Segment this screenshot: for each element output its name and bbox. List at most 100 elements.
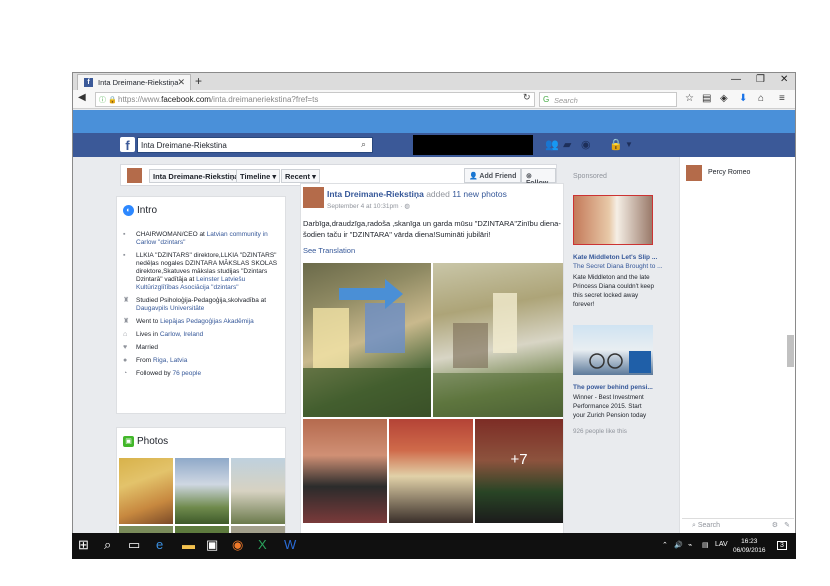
- show-hidden-icons[interactable]: ⌃: [662, 541, 668, 549]
- intro-item-link[interactable]: Riga, Latvia: [153, 357, 187, 364]
- search-placeholder: Search: [554, 96, 578, 105]
- facebook-search-value: Inta Dreimane-Riekstina: [141, 141, 227, 150]
- post-timestamp[interactable]: September 4 at 10:31pm ·: [327, 203, 404, 210]
- home-icon[interactable]: ⌂: [758, 93, 764, 104]
- bookmark-star-icon[interactable]: ☆: [685, 93, 694, 104]
- ad-likes: 926 people like this: [573, 428, 627, 435]
- photos-card: ▣ Photos: [116, 427, 286, 538]
- profile-name-button[interactable]: Inta Dreimane-Riekstiņa: [149, 169, 243, 183]
- reload-icon[interactable]: ↻: [523, 92, 531, 103]
- timeline-dropdown[interactable]: Timeline ▾: [236, 169, 281, 183]
- ad-title[interactable]: The power behind pensi...: [573, 384, 653, 391]
- more-photos-count: +7: [475, 419, 563, 523]
- rss-icon: ◔: [123, 370, 128, 377]
- post-photo-more[interactable]: +7: [475, 419, 563, 523]
- post-author-avatar[interactable]: [303, 187, 324, 208]
- system-clock[interactable]: 16:23 06/09/2016: [733, 537, 766, 555]
- intro-item-text: Married: [136, 344, 159, 351]
- download-icon[interactable]: ⬇: [739, 93, 747, 104]
- dropdown-arrow-icon: ▾: [312, 172, 316, 181]
- reading-list-icon[interactable]: ▤: [702, 93, 711, 104]
- photos-title: Photos: [137, 436, 169, 448]
- notification-center-icon[interactable]: 3: [777, 541, 787, 550]
- friend-requests-icon[interactable]: 👥: [545, 138, 559, 151]
- input-language[interactable]: LAV: [715, 541, 728, 548]
- audience-globe-icon[interactable]: ◍: [404, 203, 410, 210]
- facebook-logo-icon[interactable]: f: [120, 137, 135, 153]
- firefox-icon[interactable]: ◉: [232, 537, 243, 553]
- post-photo-small[interactable]: [303, 419, 387, 523]
- intro-item-link[interactable]: 76 people: [173, 370, 202, 377]
- photo-content: [433, 293, 563, 417]
- google-icon: G: [543, 95, 550, 104]
- chat-contact-avatar[interactable]: [686, 165, 702, 181]
- ad-image-zurich[interactable]: [573, 325, 653, 375]
- word-icon[interactable]: W: [284, 537, 296, 552]
- account-menu-icon[interactable]: ▼: [625, 140, 633, 149]
- menu-icon[interactable]: ≡: [779, 93, 785, 104]
- post-action-link[interactable]: 11 new photos: [452, 189, 507, 199]
- pocket-icon[interactable]: ◈: [720, 93, 728, 104]
- post-author[interactable]: Inta Dreimane-Riekstiņa: [327, 189, 424, 199]
- follow-button[interactable]: ⊚ Follow: [521, 168, 556, 187]
- ad-image-kate[interactable]: [573, 195, 653, 245]
- see-translation-link[interactable]: See Translation: [303, 246, 355, 255]
- notifications-icon[interactable]: ◉: [581, 138, 591, 151]
- close-window-icon[interactable]: ✕: [780, 74, 788, 85]
- intro-item-work2: ▪ LLKIA "DZINTARS" direktore,LLKIA "DZINT…: [123, 252, 283, 292]
- timeline-label: Timeline: [240, 172, 271, 181]
- photo-thumbnail[interactable]: [119, 458, 173, 524]
- intro-item-went-to: ♜ Went to Liepājas Pedagoģijas Akadēmija: [123, 318, 283, 326]
- post-date: September 4 at 10:31pm · ◍: [327, 202, 410, 210]
- close-tab-icon[interactable]: ✕: [177, 77, 185, 88]
- photo-thumbnail[interactable]: [231, 458, 285, 524]
- browser-search-input[interactable]: G Search: [539, 92, 677, 107]
- new-message-icon[interactable]: ✎: [784, 521, 790, 529]
- new-tab-button[interactable]: +: [195, 74, 202, 88]
- chat-search-input[interactable]: ⌕ Search ⚙ ✎: [682, 518, 794, 533]
- tab-title: Inta Dreimane-Riekstiņa: [98, 78, 179, 87]
- restore-icon[interactable]: ❐: [756, 74, 765, 85]
- ad-title[interactable]: Kate Middleton Let's Slip ...: [573, 254, 657, 261]
- intro-item-link[interactable]: Daugavpils Universitāte: [136, 305, 204, 312]
- ad-text: Kate Middleton and the late Princess Dia…: [573, 274, 655, 308]
- profile-picture[interactable]: [126, 167, 143, 184]
- intro-header: ◐ Intro: [123, 205, 157, 216]
- address-bar[interactable]: ⓘ 🔒 https://www.facebook.com/inta.dreima…: [95, 92, 535, 107]
- search-icon[interactable]: ⌕: [361, 139, 366, 150]
- volume-icon[interactable]: 🔊: [674, 541, 683, 549]
- browser-tab[interactable]: f Inta Dreimane-Riekstiņa ✕: [77, 74, 191, 90]
- facebook-search-input[interactable]: Inta Dreimane-Riekstina ⌕: [137, 137, 373, 153]
- keyboard-icon[interactable]: ▤: [702, 541, 709, 549]
- minimize-icon[interactable]: —: [731, 74, 741, 85]
- privacy-lock-icon[interactable]: 🔒: [609, 138, 623, 151]
- url-domain: facebook.com: [161, 95, 211, 104]
- ad-subtitle[interactable]: The Secret Diana Brought to ...: [573, 263, 663, 270]
- edge-icon[interactable]: e: [156, 537, 163, 552]
- task-view-icon[interactable]: ▭: [128, 537, 140, 553]
- search-icon[interactable]: ⌕: [104, 537, 111, 553]
- gear-icon[interactable]: ⚙: [772, 521, 778, 529]
- excel-icon[interactable]: X: [258, 537, 267, 552]
- post-photo-large-left[interactable]: [303, 263, 431, 417]
- intro-item-text: CHAIRWOMAN/CEO at: [136, 231, 207, 238]
- photo-thumbnail[interactable]: [175, 458, 229, 524]
- store-icon[interactable]: ▣: [206, 537, 218, 553]
- intro-item-link[interactable]: Liepājas Pedagoģijas Akadēmija: [160, 318, 254, 325]
- post-photo-small[interactable]: [389, 419, 473, 523]
- intro-list: ▪ CHAIRWOMAN/CEO at Latvian community in …: [123, 231, 283, 383]
- file-explorer-icon[interactable]: ▬: [182, 537, 195, 552]
- back-icon[interactable]: ◀: [78, 92, 86, 103]
- photo-content: [303, 279, 431, 417]
- intro-title: Intro: [137, 205, 158, 217]
- messages-icon[interactable]: ▰: [563, 138, 571, 151]
- intro-item-link[interactable]: Carlow, Ireland: [160, 331, 203, 338]
- scrollbar-thumb[interactable]: [787, 335, 794, 367]
- post-photo-large-right[interactable]: [433, 263, 563, 417]
- network-icon[interactable]: ⌁: [688, 541, 692, 549]
- chat-contact-name[interactable]: Percy Romeo: [708, 169, 750, 176]
- recent-dropdown[interactable]: Recent ▾: [281, 169, 320, 183]
- pin-icon: ●: [123, 357, 128, 364]
- windows-start-icon[interactable]: ⊞: [78, 537, 89, 553]
- add-friend-button[interactable]: 👤 Add Friend: [464, 168, 522, 183]
